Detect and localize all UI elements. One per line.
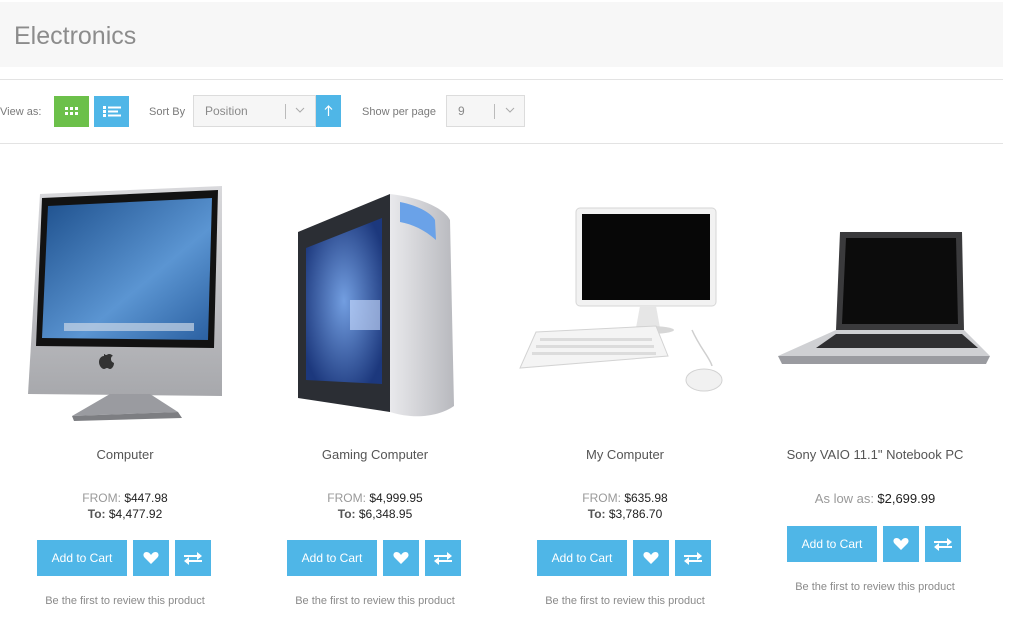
compare-arrows-icon <box>684 552 702 565</box>
product-image-sony-vaio[interactable] <box>750 180 1000 430</box>
list-icon <box>102 106 121 117</box>
select-separator <box>285 104 286 119</box>
chevron-down-icon <box>295 107 305 113</box>
add-to-wishlist-button[interactable] <box>883 526 919 562</box>
page-title: Electronics <box>14 22 137 50</box>
per-page-value: 9 <box>458 104 465 118</box>
grid-view-button[interactable] <box>54 96 89 127</box>
add-to-wishlist-button[interactable] <box>633 540 669 576</box>
add-to-compare-button[interactable] <box>425 540 461 576</box>
price-to-label: To: <box>587 507 606 521</box>
add-to-cart-button[interactable]: Add to Cart <box>37 540 127 576</box>
price-to-label: To: <box>337 507 356 521</box>
price-to-value: $6,348.95 <box>358 507 413 521</box>
add-to-wishlist-button[interactable] <box>133 540 169 576</box>
heart-icon <box>893 538 909 550</box>
sort-by-label: Sort By <box>149 106 186 118</box>
product-image-my-computer[interactable] <box>500 180 750 430</box>
list-view-button[interactable] <box>94 96 129 127</box>
price-as-low-as: As low as: $2,699.99 <box>750 491 1000 506</box>
price-to: To: $3,786.70 <box>500 507 750 521</box>
add-to-compare-button[interactable] <box>175 540 211 576</box>
review-link[interactable]: Be the first to review this product <box>750 581 1000 593</box>
price-from: FROM: $4,999.95 <box>250 491 500 505</box>
page-title-bar: Electronics <box>0 2 1003 67</box>
product-name[interactable]: My Computer <box>500 447 750 462</box>
price-from-label: FROM: <box>582 491 621 505</box>
show-per-page-label: Show per page <box>362 106 436 118</box>
price-from: FROM: $635.98 <box>500 491 750 505</box>
price-from-value: $635.98 <box>624 491 668 505</box>
add-to-compare-button[interactable] <box>675 540 711 576</box>
price-to: To: $6,348.95 <box>250 507 500 521</box>
add-to-cart-button[interactable]: Add to Cart <box>787 526 877 562</box>
review-link[interactable]: Be the first to review this product <box>0 595 250 607</box>
per-page-select[interactable]: 9 <box>446 95 525 127</box>
price-from-label: FROM: <box>327 491 366 505</box>
arrow-up-icon <box>324 105 333 116</box>
toolbar-top-divider <box>0 79 1003 80</box>
heart-icon <box>143 552 159 564</box>
product-name[interactable]: Gaming Computer <box>250 447 500 462</box>
as-low-as-label: As low as: <box>814 491 875 506</box>
as-low-as-value: $2,699.99 <box>877 491 936 506</box>
price-to-value: $4,477.92 <box>108 507 163 521</box>
grid-icon <box>65 107 78 115</box>
price-from-value: $4,999.95 <box>369 491 423 505</box>
add-to-wishlist-button[interactable] <box>383 540 419 576</box>
add-to-compare-button[interactable] <box>925 526 961 562</box>
product-image-gaming-computer[interactable] <box>250 180 500 430</box>
price-from-label: FROM: <box>82 491 121 505</box>
product-name[interactable]: Sony VAIO 11.1" Notebook PC <box>750 447 1000 462</box>
sort-direction-button[interactable] <box>316 95 341 127</box>
compare-arrows-icon <box>184 552 202 565</box>
heart-icon <box>643 552 659 564</box>
review-link[interactable]: Be the first to review this product <box>500 595 750 607</box>
sort-by-select[interactable]: Position <box>193 95 316 127</box>
price-to-value: $3,786.70 <box>608 507 663 521</box>
add-to-cart-button[interactable]: Add to Cart <box>537 540 627 576</box>
heart-icon <box>393 552 409 564</box>
compare-arrows-icon <box>934 538 952 551</box>
chevron-down-icon <box>505 107 515 113</box>
product-name[interactable]: Computer <box>0 447 250 462</box>
toolbar-bottom-divider <box>0 143 1003 144</box>
add-to-cart-button[interactable]: Add to Cart <box>287 540 377 576</box>
sort-by-value: Position <box>205 104 248 118</box>
product-image-computer[interactable] <box>0 180 250 430</box>
review-link[interactable]: Be the first to review this product <box>250 595 500 607</box>
price-from-value: $447.98 <box>124 491 168 505</box>
price-to-label: To: <box>87 507 106 521</box>
price-from: FROM: $447.98 <box>0 491 250 505</box>
view-as-label: View as: <box>0 106 42 118</box>
price-to: To: $4,477.92 <box>0 507 250 521</box>
compare-arrows-icon <box>434 552 452 565</box>
select-separator <box>494 104 495 119</box>
